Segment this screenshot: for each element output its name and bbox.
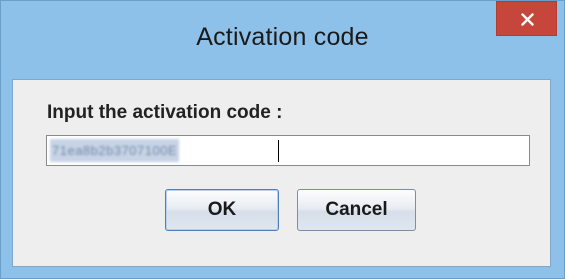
- ok-button[interactable]: OK: [165, 189, 279, 231]
- activation-code-label: Input the activation code :: [47, 102, 283, 123]
- cancel-button[interactable]: Cancel: [297, 189, 416, 231]
- dialog-title: Activation code: [196, 23, 369, 51]
- dialog-content: Input the activation code : 71ea8b2b3707…: [12, 79, 551, 267]
- close-button[interactable]: [496, 1, 557, 36]
- close-icon: [521, 13, 534, 26]
- activation-code-value: 71ea8b2b3707100E: [50, 139, 180, 162]
- activation-dialog: Activation code Input the activation cod…: [0, 0, 565, 279]
- text-caret: [278, 140, 279, 162]
- title-bar[interactable]: Activation code: [1, 1, 564, 79]
- activation-code-input[interactable]: 71ea8b2b3707100E: [46, 135, 530, 166]
